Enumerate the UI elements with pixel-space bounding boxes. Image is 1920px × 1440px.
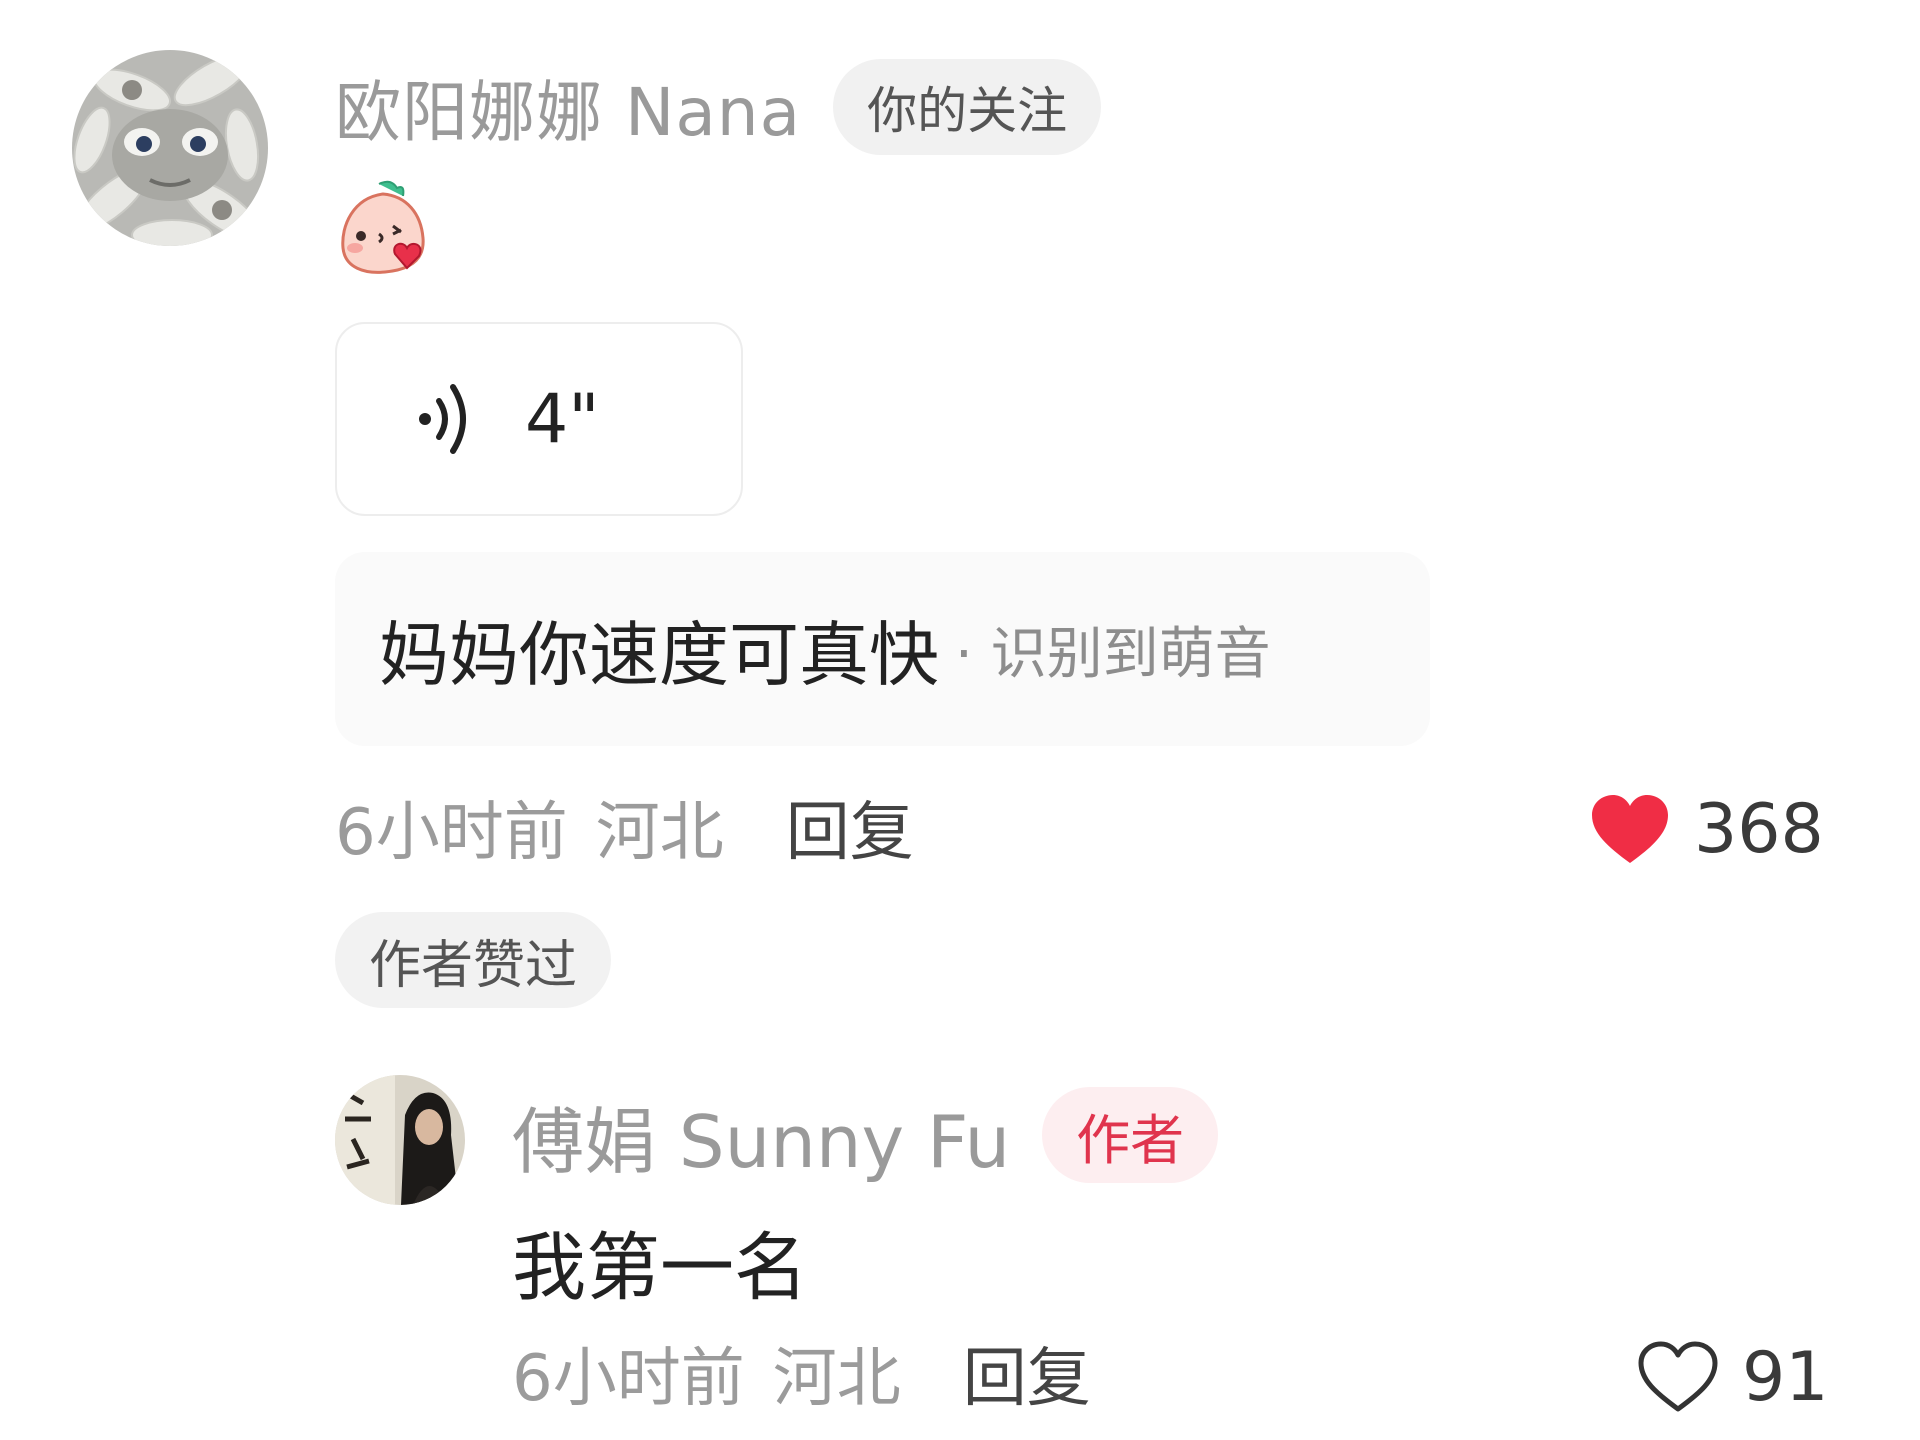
like-count: 368	[1694, 789, 1824, 869]
voice-play-icon	[419, 384, 466, 454]
kissing-peach-sticker[interactable]	[335, 176, 431, 276]
reply-meta: 6小时前 河北 回复	[512, 1328, 1091, 1418]
transcript-note: · 识别到萌音	[955, 621, 1271, 687]
sticker-icon	[341, 180, 425, 274]
username[interactable]: 欧阳娜娜 Nana	[335, 59, 801, 155]
voice-duration: 4"	[525, 379, 600, 459]
following-badge: 你的关注	[833, 59, 1102, 155]
reply-region: 河北	[772, 1342, 901, 1416]
transcript-text: 妈妈你速度可真快	[379, 613, 939, 696]
reply-time: 6小时前	[512, 1342, 745, 1416]
comment-time: 6小时前	[335, 796, 568, 870]
avatar-image	[72, 50, 268, 246]
reply-text: 我第一名	[512, 1225, 808, 1311]
comment-header: 欧阳娜娜 Nana 你的关注	[335, 52, 1102, 162]
avatar[interactable]	[72, 50, 268, 246]
reply-username[interactable]: 傅娟 Sunny Fu	[512, 1083, 1010, 1188]
comment-meta: 6小时前 河北 回复	[335, 782, 914, 872]
voice-transcript: 妈妈你速度可真快 · 识别到萌音	[335, 552, 1430, 746]
heart-filled-icon	[1592, 795, 1668, 863]
reply-button[interactable]: 回复	[786, 781, 914, 873]
reply-reply-button[interactable]: 回复	[963, 1327, 1091, 1419]
reply-like-button[interactable]: 91	[1636, 1334, 1829, 1420]
author-liked-badge: 作者赞过	[335, 912, 612, 1008]
like-button[interactable]: 368	[1588, 786, 1824, 872]
comment-region: 河北	[595, 796, 724, 870]
author-badge: 作者	[1042, 1087, 1219, 1183]
avatar-image	[335, 1075, 465, 1205]
voice-message[interactable]: 4"	[335, 322, 743, 516]
reply-like-count: 91	[1742, 1337, 1829, 1417]
reply-header: 傅娟 Sunny Fu 作者	[512, 1080, 1219, 1190]
reply-avatar[interactable]	[335, 1075, 465, 1205]
heart-outline-icon	[1638, 1341, 1718, 1412]
